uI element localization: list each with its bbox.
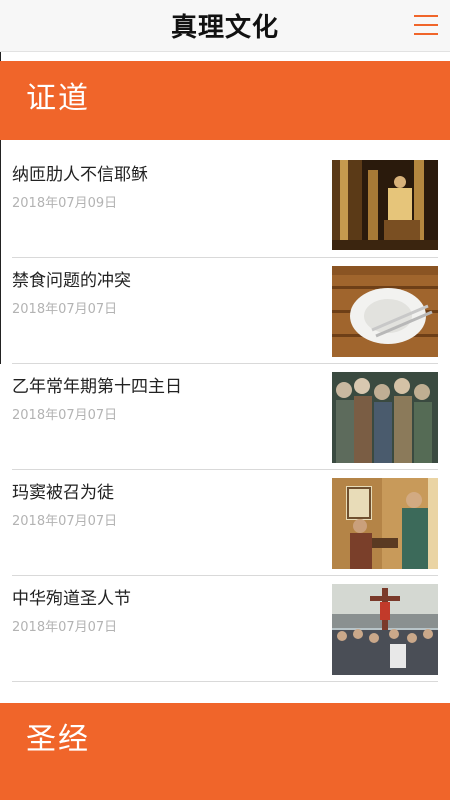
item-date: 2018年07月07日: [12, 514, 118, 529]
menu-line: [414, 33, 438, 35]
martyrs-cross-image: [332, 584, 438, 675]
app-page: 真理文化 证道 纳匝肋人不信耶稣 2018年07月09日 禁食问题的冲突 201…: [0, 0, 450, 800]
item-date: 2018年07月07日: [12, 302, 118, 317]
item-title: 玛窦被召为徒: [12, 483, 114, 503]
item-title: 纳匝肋人不信耶稣: [12, 165, 148, 185]
item-title: 中华殉道圣人节: [12, 589, 131, 609]
item-thumbnail: [332, 584, 438, 675]
calling-of-matthew-image: [332, 478, 438, 569]
section-label: 圣经: [26, 722, 90, 757]
temple-painting-image: [332, 160, 438, 250]
sermon-list: 纳匝肋人不信耶稣 2018年07月09日 禁食问题的冲突 2018年07月07日: [12, 140, 438, 682]
list-item[interactable]: 玛窦被召为徒 2018年07月07日: [12, 470, 438, 576]
list-item[interactable]: 禁食问题的冲突 2018年07月07日: [12, 258, 438, 364]
list-item[interactable]: 纳匝肋人不信耶稣 2018年07月09日: [12, 140, 438, 258]
list-item[interactable]: 乙年常年期第十四主日 2018年07月07日: [12, 364, 438, 470]
hamburger-menu-icon[interactable]: [412, 12, 440, 38]
empty-plate-image: [332, 266, 438, 357]
app-title: 真理文化: [170, 13, 279, 43]
item-thumbnail: [332, 266, 438, 357]
item-thumbnail: [332, 160, 438, 250]
item-title: 乙年常年期第十四主日: [12, 377, 182, 397]
top-bar: 真理文化: [0, 0, 450, 52]
section-label: 证道: [26, 81, 90, 116]
item-title: 禁食问题的冲突: [12, 271, 131, 291]
section-header-bible[interactable]: 圣经: [0, 703, 450, 800]
item-thumbnail: [332, 372, 438, 463]
item-date: 2018年07月07日: [12, 620, 118, 635]
section-header-sermons[interactable]: 证道: [0, 61, 450, 140]
menu-line: [414, 15, 438, 17]
item-thumbnail: [332, 478, 438, 569]
list-item[interactable]: 中华殉道圣人节 2018年07月07日: [12, 576, 438, 682]
crowd-painting-image: [332, 372, 438, 463]
menu-line: [414, 24, 438, 26]
item-date: 2018年07月09日: [12, 196, 118, 211]
item-date: 2018年07月07日: [12, 408, 118, 423]
